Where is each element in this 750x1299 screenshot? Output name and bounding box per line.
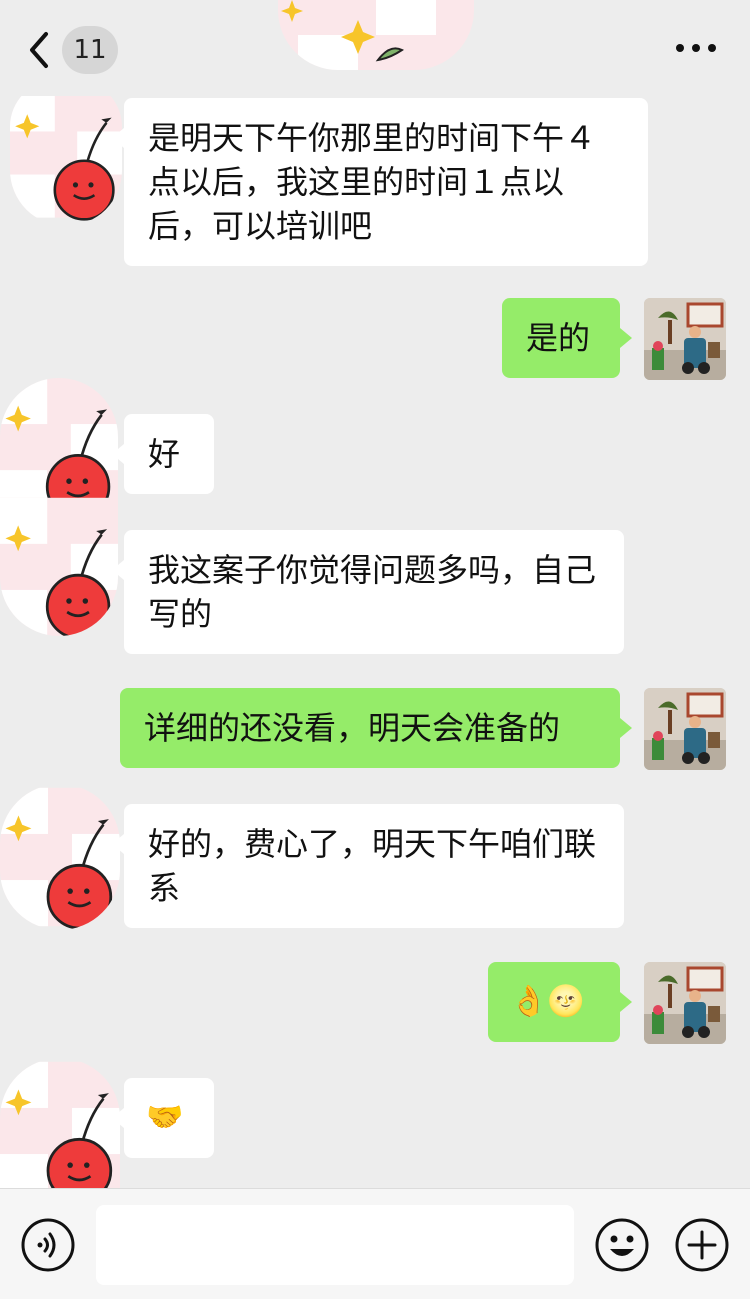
more-options-button[interactable] — [672, 30, 720, 66]
message-list[interactable]: 是明天下午你那里的时间下午４点以后，我这里的时间１点以后，可以培训吧 是的 好 … — [0, 0, 750, 1188]
chat-header: 11 — [0, 0, 750, 96]
emoji-message: 🤝 — [146, 1100, 184, 1135]
cherry-sticker-icon — [278, 0, 474, 70]
message-text: 好 — [148, 435, 181, 473]
voice-icon — [21, 1218, 75, 1272]
back-button[interactable]: 11 — [26, 26, 126, 74]
header-contact-avatar — [278, 0, 474, 70]
toy-photo-avatar-icon — [644, 688, 726, 770]
message-bubble[interactable]: 好的，费心了，明天下午咱们联系 — [112, 804, 624, 928]
emoji-message: 👌🌝 — [510, 984, 585, 1019]
chevron-left-icon — [30, 32, 48, 68]
message-bubble[interactable]: 👌🌝 — [488, 962, 632, 1042]
my-avatar[interactable] — [644, 962, 726, 1044]
message-bubble[interactable]: 是的 — [502, 298, 632, 378]
unread-count-badge: 11 — [62, 26, 118, 74]
message-input[interactable] — [96, 1205, 574, 1285]
more-dots-icon — [676, 44, 716, 52]
message-bubble[interactable]: 我这案子你觉得问题多吗，自己写的 — [112, 530, 624, 654]
my-avatar[interactable] — [644, 688, 726, 770]
message-bubble[interactable]: 好 — [112, 414, 214, 494]
contact-avatar[interactable] — [0, 1058, 120, 1188]
message-text: 是明天下午你那里的时间下午４点以后，我这里的时间１点以后，可以培训吧 — [148, 119, 597, 245]
chat-screen: 是明天下午你那里的时间下午４点以后，我这里的时间１点以后，可以培训吧 是的 好 … — [0, 0, 750, 1299]
message-bubble[interactable]: 是明天下午你那里的时间下午４点以后，我这里的时间１点以后，可以培训吧 — [112, 98, 648, 266]
toy-photo-avatar-icon — [644, 962, 726, 1044]
more-features-button[interactable] — [674, 1217, 730, 1273]
message-text: 详细的还没看，明天会准备的 — [144, 709, 561, 747]
message-text: 是的 — [526, 319, 591, 357]
cherry-avatar-icon — [10, 87, 122, 221]
cherry-avatar-icon — [0, 786, 120, 930]
contact-avatar[interactable] — [0, 378, 118, 636]
plus-circle-icon — [675, 1218, 729, 1272]
message-bubble[interactable]: 详细的还没看，明天会准备的 — [120, 688, 632, 768]
input-bar — [0, 1188, 750, 1299]
contact-avatar[interactable] — [0, 784, 120, 930]
cherry-avatar-icon — [0, 378, 118, 636]
smiley-face-icon — [595, 1218, 649, 1272]
voice-button[interactable] — [20, 1217, 76, 1273]
message-bubble[interactable]: 🤝 — [112, 1078, 214, 1158]
emoji-button[interactable] — [594, 1217, 650, 1273]
message-text: 好的，费心了，明天下午咱们联系 — [148, 825, 597, 907]
contact-avatar[interactable] — [10, 80, 122, 226]
toy-photo-avatar-icon — [644, 298, 726, 380]
message-text: 我这案子你觉得问题多吗，自己写的 — [148, 551, 597, 633]
my-avatar[interactable] — [644, 298, 726, 380]
cherry-avatar-icon — [0, 1060, 120, 1188]
